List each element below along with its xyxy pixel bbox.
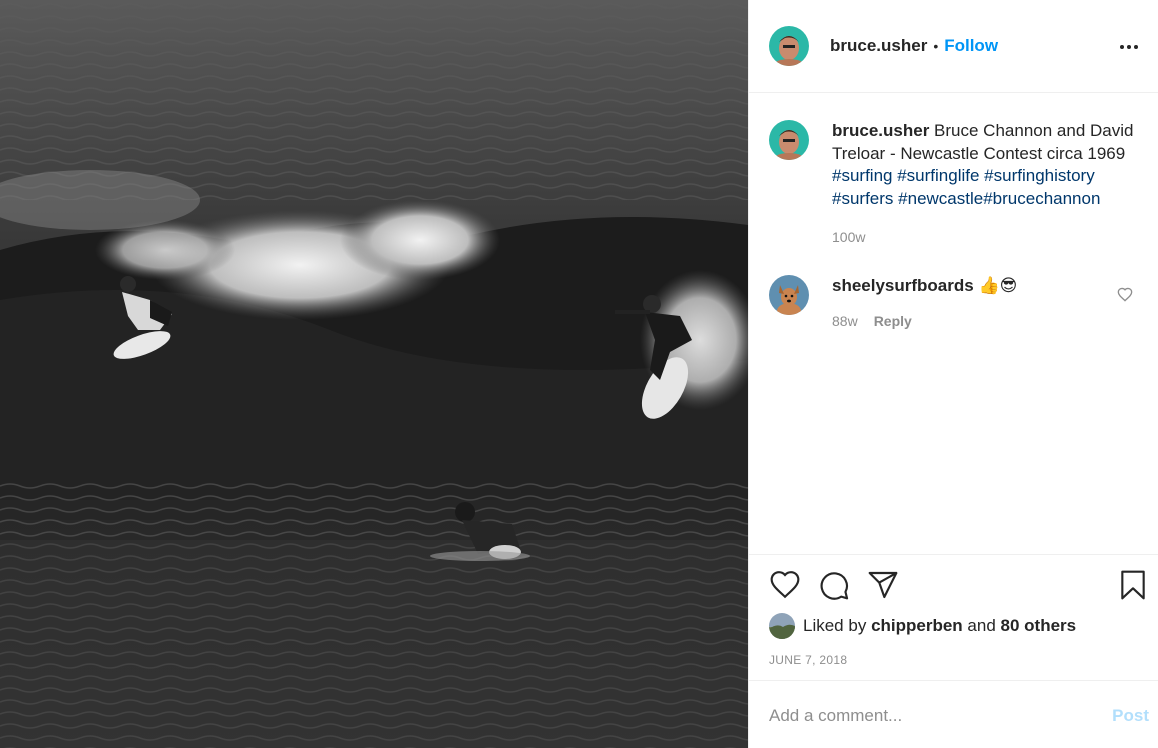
comment-body: sheelysurfboards 👍😎 88w Reply <box>832 275 1137 332</box>
caption: bruce.usher Bruce Channon and David Trel… <box>769 120 1139 249</box>
comment-meta: 88w Reply <box>832 310 1137 333</box>
liker-username[interactable]: chipperben <box>871 616 963 636</box>
small-heart-icon[interactable] <box>1117 287 1133 303</box>
bookmark-icon[interactable] <box>1117 569 1149 601</box>
comment-item: sheelysurfboards 👍😎 88w Reply <box>769 275 1139 332</box>
post-comment-button[interactable]: Post <box>1112 706 1149 726</box>
follow-button[interactable]: Follow <box>944 36 998 56</box>
hashtag[interactable]: #surfinglife <box>897 166 979 185</box>
post-header: bruce.usher • Follow <box>749 0 1158 93</box>
post-sidebar: bruce.usher • Follow bruce.usher Bruce C… <box>748 0 1158 748</box>
header-separator: • <box>933 38 939 54</box>
comment-input[interactable] <box>769 701 1089 731</box>
liker-avatar[interactable] <box>769 613 795 639</box>
caption-body: bruce.usher Bruce Channon and David Trel… <box>832 120 1137 249</box>
action-icons <box>769 569 1145 603</box>
commenter-avatar[interactable] <box>769 275 809 315</box>
comment-age[interactable]: 88w <box>832 310 858 333</box>
heart-outline-icon[interactable] <box>769 569 801 601</box>
caption-author-avatar[interactable] <box>769 120 809 160</box>
post-photo[interactable] <box>0 0 748 748</box>
speech-bubble-icon[interactable] <box>818 569 850 601</box>
reply-button[interactable]: Reply <box>874 310 912 333</box>
hashtag[interactable]: #surfers <box>832 189 893 208</box>
comments-section: bruce.usher Bruce Channon and David Trel… <box>749 94 1158 554</box>
hashtag[interactable]: #brucechannon <box>983 189 1100 208</box>
post-date[interactable]: JUNE 7, 2018 <box>769 653 847 667</box>
author-username[interactable]: bruce.usher <box>830 36 927 56</box>
paper-plane-icon[interactable] <box>867 569 899 601</box>
likes-others-link[interactable]: 80 others <box>1001 616 1077 636</box>
comment-text: 👍😎 <box>978 276 1018 295</box>
post-actions: Liked by chipperben and 80 others JUNE 7… <box>749 554 1158 680</box>
ellipsis-icon[interactable] <box>1117 35 1141 59</box>
instagram-post: bruce.usher • Follow bruce.usher Bruce C… <box>0 0 1158 748</box>
caption-username[interactable]: bruce.usher <box>832 121 929 140</box>
likes-joiner: and <box>967 616 996 635</box>
add-comment-bar: Post <box>749 680 1158 748</box>
hashtag[interactable]: #newcastle <box>898 189 983 208</box>
likes-summary: Liked by chipperben and 80 others <box>769 613 1076 639</box>
likes-prefix: Liked by <box>803 616 867 635</box>
hashtag[interactable]: #surfing <box>832 166 892 185</box>
hashtag[interactable]: #surfinghistory <box>984 166 1095 185</box>
author-avatar[interactable] <box>769 26 809 66</box>
surf-photo-image <box>0 0 748 748</box>
caption-meta: 100w <box>832 226 1137 249</box>
caption-age[interactable]: 100w <box>832 226 865 249</box>
comment-username[interactable]: sheelysurfboards <box>832 276 974 295</box>
